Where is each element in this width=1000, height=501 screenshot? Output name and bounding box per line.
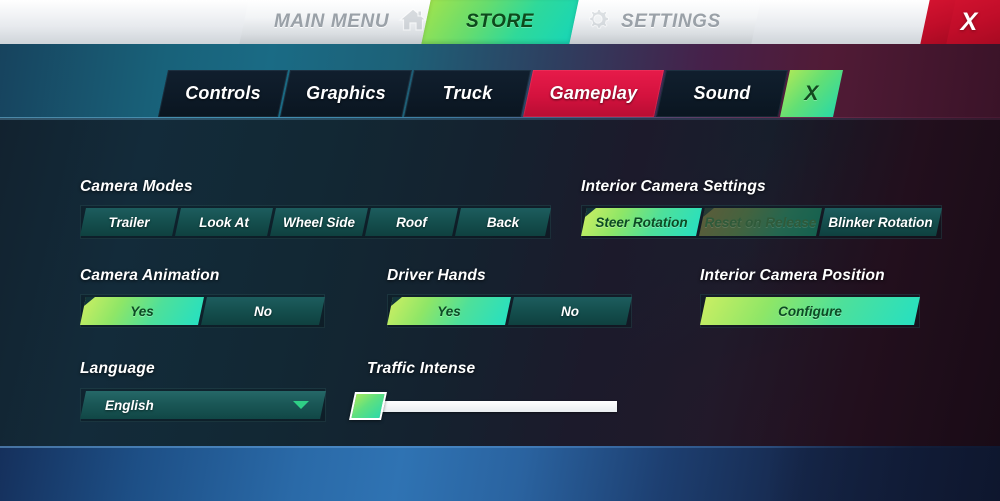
option-driver-hands-yes[interactable]: Yes	[387, 297, 511, 325]
game-settings-screen: MAIN MENU STORE SETTINGS X Controls Grap…	[0, 0, 1000, 501]
driver-hands-title: Driver Hands	[387, 267, 486, 284]
gear-icon	[584, 5, 612, 39]
settings-category-tabs: Controls Graphics Truck Gameplay Sound X	[158, 70, 843, 117]
topnav-left-edge	[0, 0, 249, 44]
tab-close-settings[interactable]: X	[780, 70, 843, 117]
option-blinker-rotation[interactable]: Blinker Rotation	[819, 208, 942, 236]
tab-truck[interactable]: Truck	[404, 70, 531, 117]
option-back-label: Back	[486, 214, 520, 230]
configure-interior-camera-button[interactable]: Configure	[700, 294, 920, 328]
close-icon: X	[804, 81, 819, 105]
tab-graphics-label: Graphics	[306, 83, 386, 103]
configure-button-label: Configure	[778, 303, 842, 319]
option-reset-on-release[interactable]: Reset on Release	[699, 208, 822, 236]
configure-button-surface: Configure	[700, 297, 920, 325]
option-driver-hands-yes-label: Yes	[437, 303, 461, 319]
gameplay-settings-content: Camera Modes Trailer Look At Wheel Side …	[0, 118, 1000, 446]
option-driver-hands-no[interactable]: No	[508, 297, 632, 325]
option-camera-animation-no[interactable]: No	[201, 297, 325, 325]
option-roof[interactable]: Roof	[365, 208, 458, 236]
close-icon: X	[960, 7, 978, 36]
option-trailer-label: Trailer	[108, 214, 150, 230]
traffic-intense-slider-track[interactable]	[374, 401, 617, 412]
interior-camera-settings-options: Steer Rotation Reset on Release Blinker …	[581, 205, 942, 239]
traffic-intense-slider-handle[interactable]	[349, 392, 387, 420]
option-steer-rotation[interactable]: Steer Rotation	[581, 208, 702, 236]
language-dropdown[interactable]: English	[80, 388, 326, 422]
tab-gameplay-label: Gameplay	[549, 83, 638, 103]
traffic-intense-title: Traffic Intense	[367, 360, 476, 377]
traffic-intense-slider[interactable]	[349, 392, 617, 420]
interior-camera-position-title: Interior Camera Position	[700, 267, 885, 284]
background-bottom-glow	[0, 446, 1000, 501]
nav-main-menu[interactable]: MAIN MENU	[274, 0, 428, 44]
option-steer-rotation-label: Steer Rotation	[595, 214, 688, 230]
option-camera-animation-no-label: No	[254, 303, 272, 319]
close-window-button[interactable]: X	[938, 0, 1000, 44]
option-driver-hands-no-label: No	[561, 303, 579, 319]
nav-store-label: STORE	[465, 11, 535, 32]
language-selected-value: English	[105, 397, 154, 413]
language-title: Language	[80, 360, 155, 377]
nav-settings-label: SETTINGS	[621, 11, 721, 32]
tab-gameplay[interactable]: Gameplay	[523, 70, 664, 117]
tab-sound[interactable]: Sound	[656, 70, 788, 117]
option-trailer[interactable]: Trailer	[80, 208, 178, 236]
camera-animation-title: Camera Animation	[80, 267, 220, 284]
language-dropdown-surface: English	[80, 391, 326, 419]
camera-animation-options: Yes No	[80, 294, 325, 328]
option-wheel-side-label: Wheel Side	[282, 214, 355, 230]
option-look-at-label: Look At	[199, 214, 249, 230]
interior-camera-settings-title: Interior Camera Settings	[581, 178, 766, 195]
nav-settings[interactable]: SETTINGS	[584, 0, 721, 44]
option-back[interactable]: Back	[455, 208, 551, 236]
tab-sound-label: Sound	[693, 83, 751, 103]
nav-store-tab[interactable]: STORE	[421, 0, 579, 44]
tab-graphics[interactable]: Graphics	[280, 70, 412, 117]
nav-main-menu-label: MAIN MENU	[274, 11, 390, 32]
tab-controls-label: Controls	[185, 83, 261, 103]
option-look-at[interactable]: Look At	[175, 208, 273, 236]
driver-hands-options: Yes No	[387, 294, 632, 328]
tab-truck-label: Truck	[442, 83, 493, 103]
camera-modes-title: Camera Modes	[80, 178, 193, 195]
option-wheel-side[interactable]: Wheel Side	[270, 208, 368, 236]
tab-controls[interactable]: Controls	[158, 70, 288, 117]
camera-modes-options: Trailer Look At Wheel Side Roof Back	[80, 205, 551, 239]
option-roof-label: Roof	[396, 214, 427, 230]
option-camera-animation-yes-label: Yes	[130, 303, 154, 319]
option-camera-animation-yes[interactable]: Yes	[80, 297, 204, 325]
option-blinker-rotation-label: Blinker Rotation	[828, 214, 933, 230]
chevron-down-icon	[293, 401, 309, 409]
option-reset-on-release-label: Reset on Release	[704, 214, 817, 230]
top-navigation-bar: MAIN MENU STORE SETTINGS X	[0, 0, 1000, 44]
